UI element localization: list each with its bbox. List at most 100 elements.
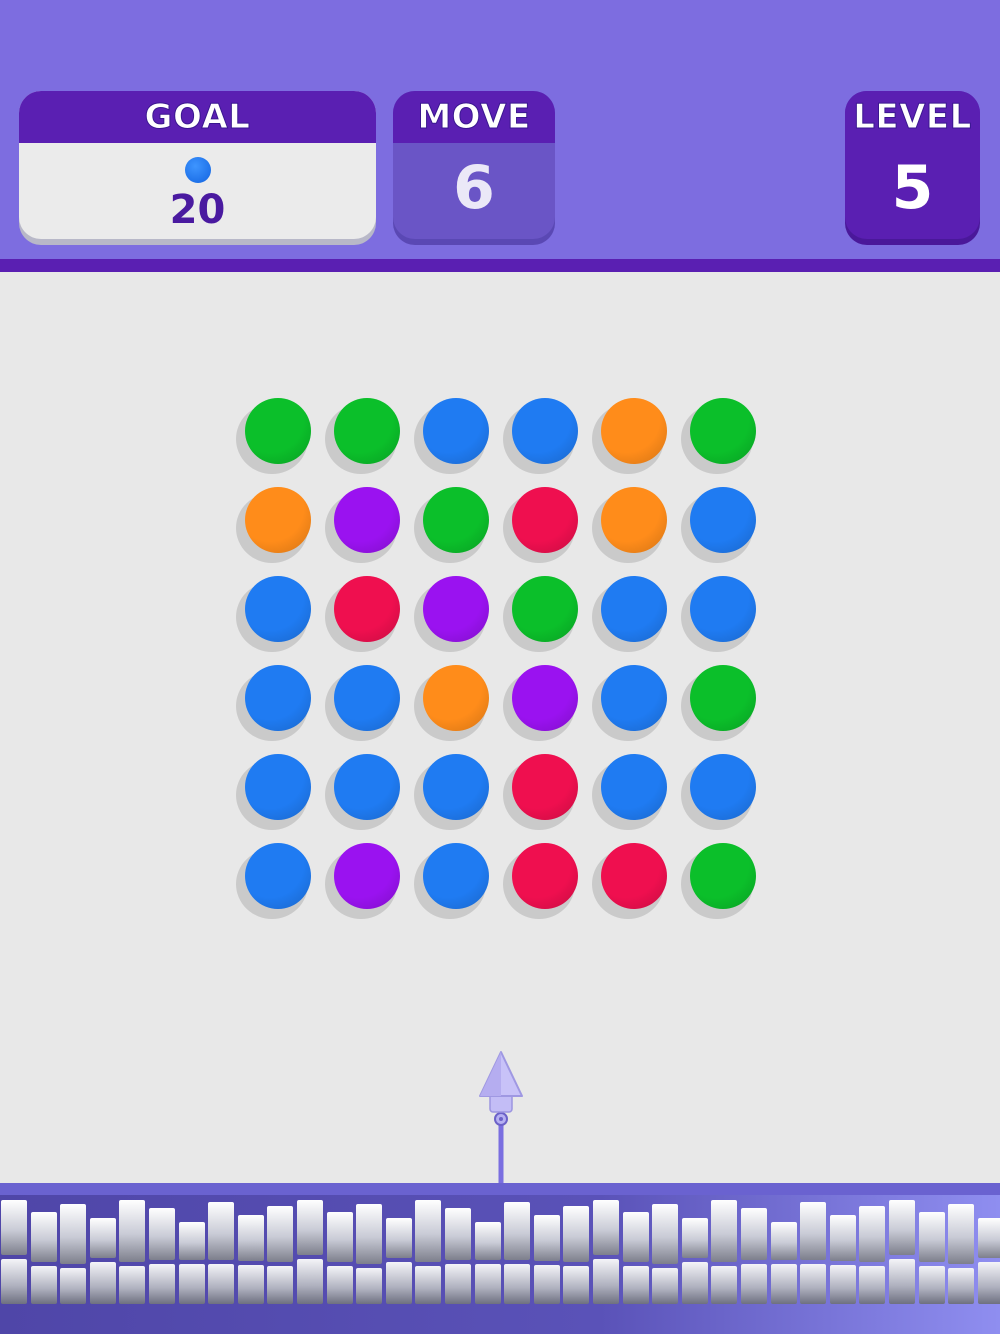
spike-tile [119, 1266, 146, 1304]
spike-tile [149, 1264, 175, 1304]
ball-blue[interactable] [414, 754, 489, 830]
ball-blue[interactable] [325, 665, 400, 741]
spike-tile [178, 1264, 205, 1304]
spike-tile [859, 1206, 886, 1262]
spike-tile [1, 1259, 27, 1304]
ball-orange[interactable] [236, 487, 311, 563]
spike-tile [267, 1266, 294, 1304]
ball-blue[interactable] [681, 487, 756, 563]
spike-tile [445, 1208, 471, 1260]
spike-tile [889, 1200, 915, 1255]
spike-tile [237, 1265, 264, 1304]
spike-tile [326, 1266, 353, 1304]
goal-label: GOAL [19, 91, 376, 143]
spike-tile [829, 1265, 856, 1304]
spike-tile [622, 1212, 649, 1262]
spike-tile [326, 1212, 353, 1262]
spike-tile [681, 1218, 708, 1258]
spike-tile [208, 1264, 235, 1304]
shooter-arrow-icon[interactable] [476, 1048, 526, 1188]
top-bar-border [0, 259, 1000, 272]
spike-tile [208, 1202, 235, 1260]
spike-tile [977, 1218, 1000, 1258]
bottom-wall-edge [0, 1183, 1000, 1195]
ball-blue[interactable] [325, 754, 400, 830]
ball-green[interactable] [681, 665, 756, 741]
spike-tile [711, 1266, 738, 1304]
spike-tile [178, 1222, 205, 1260]
ball-blue[interactable] [414, 843, 489, 919]
ball-blue[interactable] [681, 754, 756, 830]
level-number: 5 [891, 153, 934, 223]
spike-tile [918, 1266, 945, 1304]
spike-tile [563, 1266, 590, 1304]
ball-purple[interactable] [325, 843, 400, 919]
spike-tile [1, 1200, 27, 1255]
ball-blue[interactable] [236, 754, 311, 830]
ball-blue[interactable] [592, 665, 667, 741]
level-label: LEVEL [845, 91, 980, 143]
ball-orange[interactable] [592, 487, 667, 563]
spike-tile [149, 1208, 175, 1260]
spike-tile [474, 1222, 501, 1260]
spike-tile [267, 1206, 294, 1262]
spike-tile [89, 1218, 116, 1258]
ball-green[interactable] [414, 487, 489, 563]
spike-tile [741, 1264, 767, 1304]
spike-tile [119, 1200, 146, 1262]
spike-tile [948, 1204, 975, 1264]
spike-tile [889, 1259, 915, 1304]
ball-green[interactable] [503, 576, 578, 652]
level-panel: LEVEL 5 [845, 91, 980, 239]
spike-tile [504, 1202, 531, 1260]
ball-blue[interactable] [503, 398, 578, 474]
ball-orange[interactable] [592, 398, 667, 474]
ball-purple[interactable] [503, 665, 578, 741]
spike-tile [415, 1266, 442, 1304]
spike-tile [237, 1215, 264, 1261]
spike-tile [445, 1264, 471, 1304]
spike-tile [30, 1212, 57, 1262]
ball-red[interactable] [503, 843, 578, 919]
spike-tile [741, 1208, 767, 1260]
spike-tile [800, 1264, 827, 1304]
ball-red[interactable] [592, 843, 667, 919]
spike-tile [533, 1265, 560, 1304]
ball-orange[interactable] [414, 665, 489, 741]
spike-tile [622, 1266, 649, 1304]
spike-tiles [0, 1200, 1000, 1304]
ball-red[interactable] [503, 754, 578, 830]
ball-blue[interactable] [236, 576, 311, 652]
spike-tile [504, 1264, 531, 1304]
ball-green[interactable] [681, 398, 756, 474]
spike-tile [800, 1202, 827, 1260]
ball-purple[interactable] [414, 576, 489, 652]
move-count: 6 [453, 153, 495, 223]
ball-red[interactable] [503, 487, 578, 563]
move-panel: MOVE 6 [393, 91, 555, 239]
spike-tile [60, 1204, 87, 1264]
ball-green[interactable] [236, 398, 311, 474]
spike-tile [770, 1264, 797, 1304]
spike-tile [948, 1268, 975, 1304]
spike-tile [356, 1268, 383, 1304]
spike-tile [89, 1262, 116, 1304]
ball-blue[interactable] [236, 665, 311, 741]
spike-tile [593, 1259, 619, 1304]
goal-count: 20 [169, 187, 226, 233]
ball-blue[interactable] [681, 576, 756, 652]
ball-blue[interactable] [414, 398, 489, 474]
ball-blue[interactable] [592, 576, 667, 652]
ball-blue[interactable] [592, 754, 667, 830]
spike-tile [918, 1212, 945, 1262]
ball-blue[interactable] [236, 843, 311, 919]
ball-green[interactable] [681, 843, 756, 919]
goal-panel: GOAL 20 [19, 91, 376, 239]
ball-green[interactable] [325, 398, 400, 474]
spike-tile [593, 1200, 619, 1255]
spike-tile [829, 1215, 856, 1261]
spike-tile [711, 1200, 738, 1262]
ball-purple[interactable] [325, 487, 400, 563]
spike-tile [415, 1200, 442, 1262]
ball-red[interactable] [325, 576, 400, 652]
